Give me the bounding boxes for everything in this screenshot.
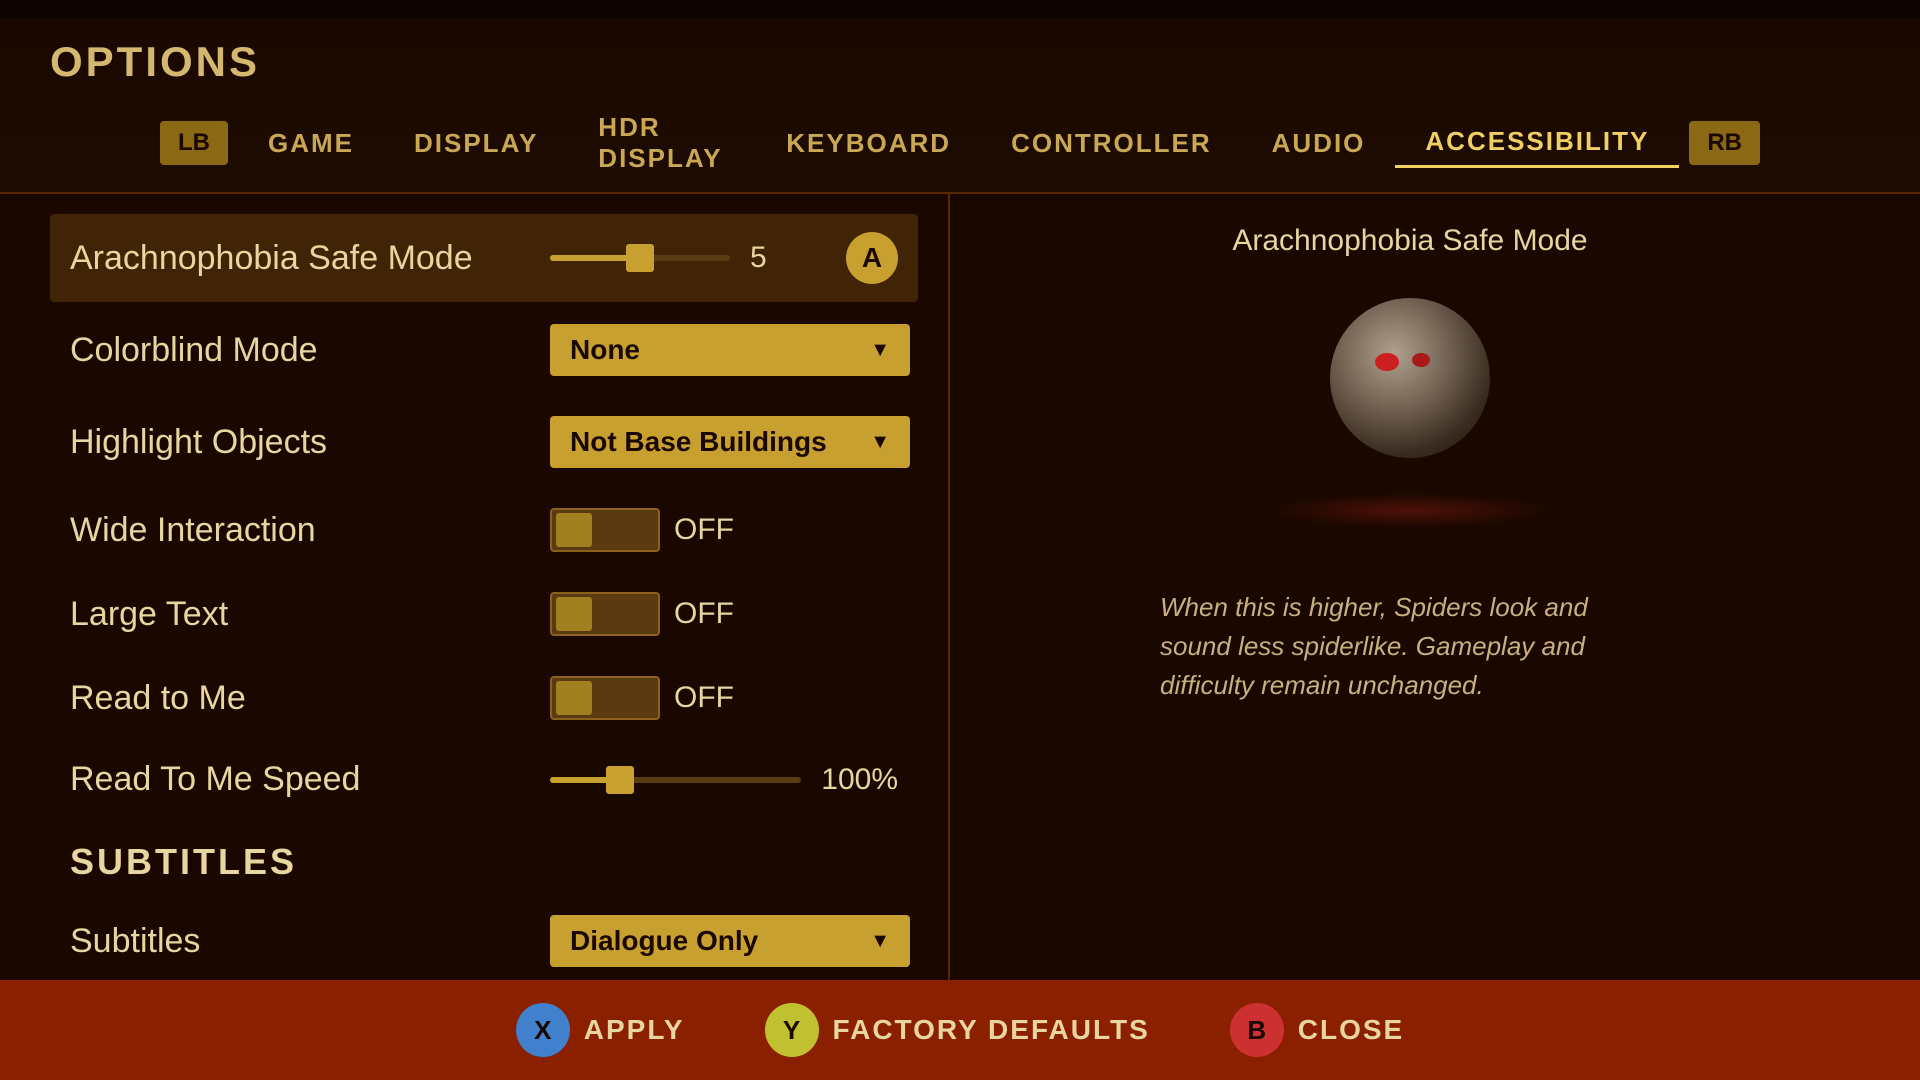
- factory-defaults-action[interactable]: Y FACTORY DEFAULTS: [765, 1003, 1150, 1057]
- large-text-toggle-group: OFF: [550, 592, 734, 636]
- read-to-me-toggle[interactable]: [550, 676, 660, 720]
- nav-tabs: LB GAME DISPLAY HDR DISPLAY KEYBOARD CON…: [50, 104, 1870, 182]
- wide-interaction-toggle-label: OFF: [674, 513, 734, 547]
- subtitles-label: Subtitles: [70, 922, 550, 961]
- arachnophobia-label: Arachnophobia Safe Mode: [70, 239, 550, 278]
- subtitles-value: Dialogue Only: [570, 925, 758, 957]
- apply-label: APPLY: [584, 1014, 685, 1046]
- setting-row-highlight[interactable]: Highlight Objects Not Base Buildings ▼: [50, 398, 918, 486]
- setting-row-wide-interaction[interactable]: Wide Interaction OFF: [50, 490, 918, 570]
- info-panel: Arachnophobia Safe Mode When this is hig…: [950, 194, 1870, 994]
- info-description: When this is higher, Spiders look and so…: [1160, 588, 1660, 705]
- toggle-knob-3: [556, 681, 592, 715]
- wide-interaction-label: Wide Interaction: [70, 511, 550, 550]
- factory-defaults-label: FACTORY DEFAULTS: [833, 1014, 1150, 1046]
- b-button[interactable]: B: [1230, 1003, 1284, 1057]
- rb-button[interactable]: RB: [1689, 121, 1760, 165]
- bottom-bar: X APPLY Y FACTORY DEFAULTS B CLOSE: [0, 980, 1920, 1080]
- read-speed-slider[interactable]: 100%: [550, 763, 898, 797]
- setting-row-large-text[interactable]: Large Text OFF: [50, 574, 918, 654]
- settings-panel: Arachnophobia Safe Mode 5 A Colorblind M…: [50, 194, 950, 994]
- spider-illustration: [1260, 288, 1560, 538]
- slider-thumb[interactable]: [626, 244, 654, 272]
- large-text-toggle-label: OFF: [674, 597, 734, 631]
- a-button[interactable]: A: [846, 232, 898, 284]
- toggle-knob: [556, 513, 592, 547]
- read-to-me-toggle-group: OFF: [550, 676, 734, 720]
- tab-game[interactable]: GAME: [238, 120, 384, 167]
- dropdown-arrow: ▼: [870, 339, 890, 362]
- spider-eye-right: [1412, 353, 1430, 367]
- setting-row-read-to-me[interactable]: Read to Me OFF: [50, 658, 918, 738]
- tab-controller[interactable]: CONTROLLER: [981, 120, 1242, 167]
- highlight-control: Not Base Buildings ▼: [550, 416, 910, 468]
- tab-display[interactable]: DISPLAY: [384, 120, 568, 167]
- wide-interaction-toggle[interactable]: [550, 508, 660, 552]
- top-bar: [0, 0, 1920, 18]
- y-button[interactable]: Y: [765, 1003, 819, 1057]
- subtitles-dropdown[interactable]: Dialogue Only ▼: [550, 915, 910, 967]
- colorblind-value: None: [570, 334, 640, 366]
- dropdown-arrow-3: ▼: [870, 930, 890, 953]
- highlight-value: Not Base Buildings: [570, 426, 827, 458]
- read-speed-value: 100%: [821, 763, 898, 797]
- read-speed-control: 100%: [550, 763, 898, 797]
- setting-row-subtitles[interactable]: Subtitles Dialogue Only ▼: [50, 897, 918, 985]
- read-to-me-toggle-label: OFF: [674, 681, 734, 715]
- close-action[interactable]: B CLOSE: [1230, 1003, 1404, 1057]
- arachnophobia-control: 5 A: [550, 232, 898, 284]
- large-text-label: Large Text: [70, 595, 550, 634]
- apply-action[interactable]: X APPLY: [516, 1003, 685, 1057]
- colorblind-label: Colorblind Mode: [70, 331, 550, 370]
- spider-body: [1330, 298, 1490, 458]
- spider-shadow: [1270, 493, 1550, 528]
- read-to-me-control: OFF: [550, 676, 898, 720]
- toggle-knob-2: [556, 597, 592, 631]
- spider-eye-left: [1375, 353, 1399, 371]
- setting-row-colorblind[interactable]: Colorblind Mode None ▼: [50, 306, 918, 394]
- info-title: Arachnophobia Safe Mode: [1232, 224, 1587, 258]
- colorblind-dropdown[interactable]: None ▼: [550, 324, 910, 376]
- page-title: OPTIONS: [50, 38, 1870, 86]
- header: OPTIONS LB GAME DISPLAY HDR DISPLAY KEYB…: [0, 18, 1920, 192]
- lb-button[interactable]: LB: [160, 121, 228, 165]
- setting-row-read-speed[interactable]: Read To Me Speed 100%: [50, 742, 918, 817]
- read-speed-label: Read To Me Speed: [70, 760, 550, 799]
- read-speed-thumb[interactable]: [606, 766, 634, 794]
- dropdown-arrow-2: ▼: [870, 431, 890, 454]
- wide-interaction-control: OFF: [550, 508, 898, 552]
- arachnophobia-value: 5: [750, 241, 810, 275]
- tab-keyboard[interactable]: KEYBOARD: [756, 120, 981, 167]
- tab-hdr-display[interactable]: HDR DISPLAY: [568, 104, 756, 182]
- subtitles-control: Dialogue Only ▼: [550, 915, 910, 967]
- tab-audio[interactable]: AUDIO: [1242, 120, 1396, 167]
- highlight-label: Highlight Objects: [70, 423, 550, 462]
- colorblind-control: None ▼: [550, 324, 910, 376]
- wide-interaction-toggle-group: OFF: [550, 508, 734, 552]
- large-text-control: OFF: [550, 592, 898, 636]
- read-speed-track: [550, 777, 801, 783]
- setting-row-arachnophobia[interactable]: Arachnophobia Safe Mode 5 A: [50, 214, 918, 302]
- slider-track: [550, 255, 730, 261]
- x-button[interactable]: X: [516, 1003, 570, 1057]
- subtitles-section-header: SUBTITLES: [50, 827, 918, 897]
- close-label: CLOSE: [1298, 1014, 1404, 1046]
- content-wrapper: Arachnophobia Safe Mode 5 A Colorblind M…: [0, 194, 1920, 994]
- large-text-toggle[interactable]: [550, 592, 660, 636]
- arachnophobia-slider[interactable]: 5: [550, 241, 810, 275]
- tab-accessibility[interactable]: ACCESSIBILITY: [1395, 118, 1679, 168]
- highlight-dropdown[interactable]: Not Base Buildings ▼: [550, 416, 910, 468]
- read-to-me-label: Read to Me: [70, 679, 550, 718]
